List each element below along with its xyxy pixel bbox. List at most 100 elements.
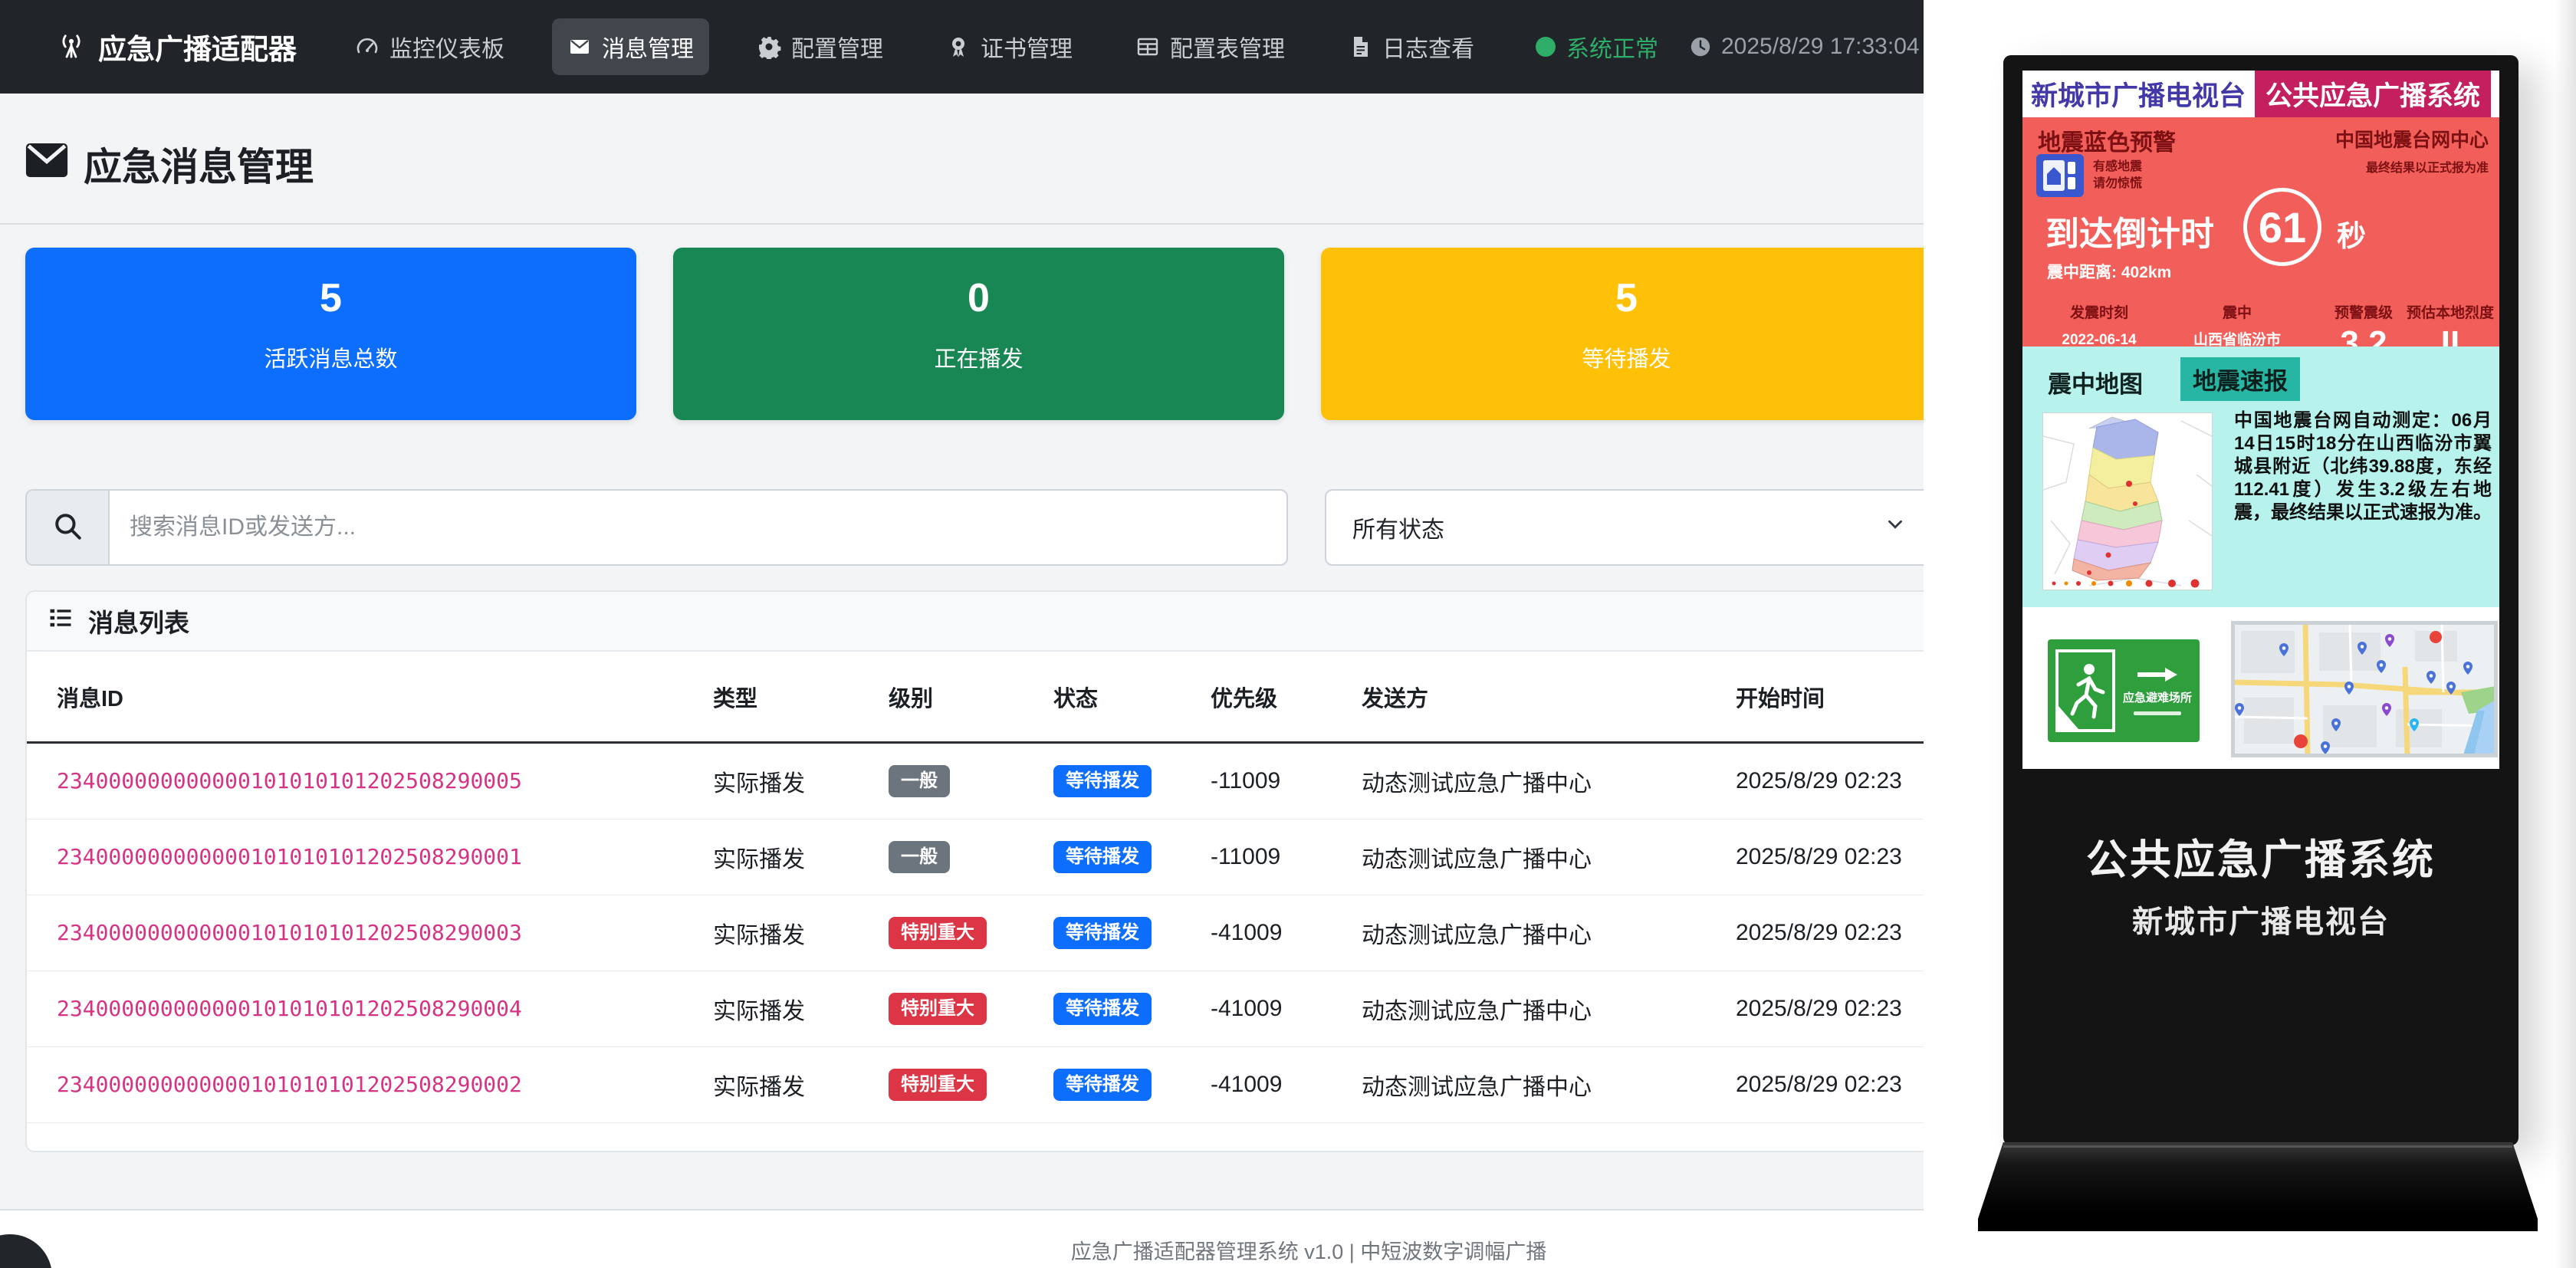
quick-report-text: 中国地震台网自动测定：06月14日15时18分在山西临汾市翼城县附近（北纬39.… <box>2234 409 2492 524</box>
app-brand-label: 应急广播适配器 <box>98 26 297 67</box>
cell-sender: 动态测试应急广播中心 <box>1362 764 1736 798</box>
nav-item-config-tables[interactable]: 配置表管理 <box>1120 18 1300 75</box>
shelter-sign-subtext <box>2134 711 2181 715</box>
certificate-icon <box>946 34 971 59</box>
alert-tip-icon <box>2036 154 2084 197</box>
countdown-label: 到达倒计时 <box>2045 206 2214 255</box>
stat-value: 5 <box>320 278 342 318</box>
nav-label: 消息管理 <box>602 30 694 64</box>
status-badge: 等待播发 <box>1053 917 1152 949</box>
nav-item-logs[interactable]: 日志查看 <box>1332 18 1490 75</box>
message-list-panel: 消息列表 消息ID 类型 级别 状态 优先级 发送方 开始时间 23400000… <box>25 590 1924 1152</box>
envelope-icon <box>567 34 592 59</box>
kiosk-photo: 新城市广播电视台 公共应急广播系统 地震蓝色预警 中国地震台网中心 最终结果以正… <box>1924 0 2576 1268</box>
table-row[interactable]: 234000000000000101010101202508290003 实际播… <box>27 895 1924 971</box>
clock-icon <box>1689 35 1712 58</box>
col-header-type: 类型 <box>713 681 889 713</box>
table-icon <box>1135 34 1160 59</box>
cell-priority: -11009 <box>1211 844 1362 870</box>
table-row[interactable]: 234000000000000101010101202508290001 实际播… <box>27 820 1924 895</box>
app-brand[interactable]: 应急广播适配器 <box>57 26 297 67</box>
status-filter-select[interactable]: 所有状态 <box>1325 489 1924 566</box>
cell-sender: 动态测试应急广播中心 <box>1362 1068 1736 1102</box>
message-id-link[interactable]: 234000000000000101010101202508290003 <box>57 920 522 945</box>
kiosk-base <box>1978 1142 2538 1231</box>
level-badge: 一般 <box>889 765 950 797</box>
cell-priority: -11009 <box>1211 768 1362 794</box>
search-group <box>25 489 1288 566</box>
search-input[interactable] <box>108 489 1288 566</box>
cell-type: 实际播发 <box>713 840 889 874</box>
kiosk-stand-title: 公共应急广播系统 <box>2003 826 2518 886</box>
cell-sender: 动态测试应急广播中心 <box>1362 840 1736 874</box>
alert-col-label: 发震时刻 <box>2045 301 2153 322</box>
quick-report-section: 震中地图 地震速报 <box>2022 347 2499 607</box>
table-row[interactable]: 234000000000000101010101202508290005 实际播… <box>27 744 1924 820</box>
level-badge: 特别重大 <box>889 993 987 1025</box>
table-row[interactable]: 234000000000000101010101202508290002 实际播… <box>27 1047 1924 1123</box>
alert-title: 地震蓝色预警 <box>2038 123 2176 157</box>
gear-icon <box>757 34 781 59</box>
earthquake-alert-section: 地震蓝色预警 中国地震台网中心 最终结果以正式报为准 <box>2022 117 2499 347</box>
alert-agency-note: 最终结果以正式报为准 <box>2335 157 2489 176</box>
stat-cards: 5 活跃消息总数 0 正在播发 5 等待播发 <box>25 248 1924 420</box>
alert-col-label: 震中 <box>2180 301 2295 322</box>
list-icon <box>47 604 74 638</box>
cell-sender: 动态测试应急广播中心 <box>1362 916 1736 950</box>
nav-label: 日志查看 <box>1382 30 1474 64</box>
kiosk-body: 新城市广播电视台 公共应急广播系统 地震蓝色预警 中国地震台网中心 最终结果以正… <box>2003 55 2518 1145</box>
stat-value: 5 <box>1615 278 1638 318</box>
kiosk-station-title: 新城市广播电视台 <box>2031 74 2246 113</box>
status-filter-value: 所有状态 <box>1352 511 1444 544</box>
top-navbar: 应急广播适配器 监控仪表板 消息管理 <box>0 0 1924 94</box>
message-id-link[interactable]: 234000000000000101010101202508290004 <box>57 996 522 1021</box>
quick-report-badge: 地震速报 <box>2180 357 2300 401</box>
level-badge: 一般 <box>889 841 950 873</box>
epicenter-map-title: 震中地图 <box>2048 365 2143 399</box>
cell-start-time: 2025/8/29 02:23 <box>1736 996 1924 1022</box>
broadcast-tower-icon <box>57 32 86 61</box>
message-id-link[interactable]: 234000000000000101010101202508290002 <box>57 1072 522 1097</box>
cell-type: 实际播发 <box>713 916 889 950</box>
system-status-label: 系统正常 <box>1566 30 1658 64</box>
alert-col-label: 预估本地烈度 <box>2404 301 2497 322</box>
kiosk-stand-subtitle: 新城市广播电视台 <box>2003 897 2518 941</box>
stat-label: 正在播发 <box>934 341 1023 373</box>
admin-app: 应急广播适配器 监控仪表板 消息管理 <box>0 0 1924 1268</box>
nav-item-config[interactable]: 配置管理 <box>741 18 899 75</box>
alert-tip-line1: 有感地震 <box>2093 159 2142 176</box>
envelope-title-icon <box>25 142 68 186</box>
search-addon <box>25 489 108 566</box>
cell-priority: -41009 <box>1211 996 1362 1022</box>
message-id-link[interactable]: 234000000000000101010101202508290001 <box>57 844 522 869</box>
alert-tip-line2: 请勿惊慌 <box>2093 176 2142 192</box>
stat-label: 等待播发 <box>1582 341 1671 373</box>
cell-type: 实际播发 <box>713 992 889 1026</box>
stat-card-active-total: 5 活跃消息总数 <box>25 248 636 420</box>
stat-label: 活跃消息总数 <box>264 341 397 373</box>
message-id-link[interactable]: 234000000000000101010101202508290005 <box>57 768 522 793</box>
alert-agency: 中国地震台网中心 最终结果以正式报为准 <box>2335 125 2489 176</box>
epicenter-map <box>2042 412 2213 590</box>
chevron-down-icon <box>1884 513 1907 542</box>
epicenter-distance: 震中距离: 402km <box>2047 260 2171 283</box>
cell-start-time: 2025/8/29 02:23 <box>1736 920 1924 946</box>
alert-agency-name: 中国地震台网中心 <box>2335 125 2489 153</box>
col-header-level: 级别 <box>889 681 1053 713</box>
nav-item-messages[interactable]: 消息管理 <box>552 18 709 75</box>
street-map <box>2231 621 2498 757</box>
title-divider <box>0 223 1924 225</box>
sign-corner-wedge <box>2058 706 2078 729</box>
nav-item-certificates[interactable]: 证书管理 <box>931 18 1088 75</box>
cell-priority: -41009 <box>1211 1072 1362 1098</box>
nav-item-dashboard[interactable]: 监控仪表板 <box>340 18 520 75</box>
stat-card-broadcasting: 0 正在播发 <box>673 248 1284 420</box>
search-icon <box>51 510 84 546</box>
kiosk-screen: 新城市广播电视台 公共应急广播系统 地震蓝色预警 中国地震台网中心 最终结果以正… <box>2022 71 2499 769</box>
table-row[interactable]: 234000000000000101010101202508290004 实际播… <box>27 971 1924 1047</box>
alert-tip-text: 有感地震 请勿惊慌 <box>2093 159 2142 192</box>
shelter-sign-text: 应急避难场所 <box>2123 689 2192 705</box>
running-man-icon <box>2055 649 2115 732</box>
message-list-title: 消息列表 <box>88 603 189 639</box>
emergency-shelter-sign: 应急避难场所 <box>2048 639 2200 742</box>
